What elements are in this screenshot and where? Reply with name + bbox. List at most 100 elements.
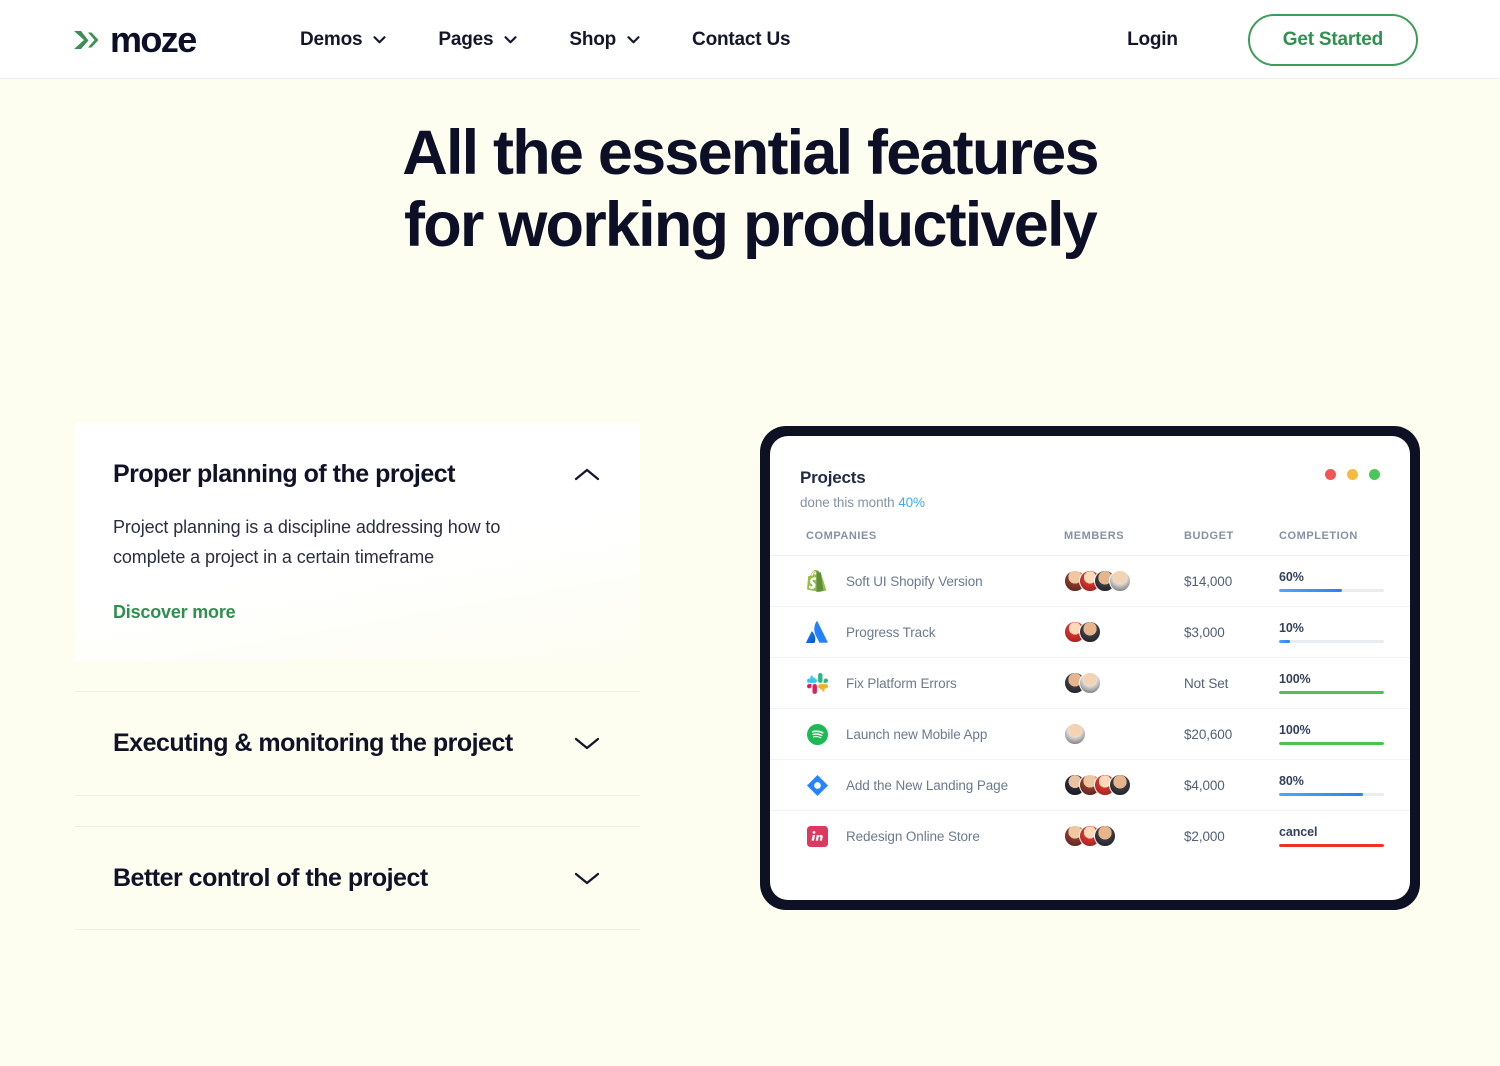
company-name: Launch new Mobile App [846,726,988,742]
accordion-header[interactable]: Better control of the project [75,827,640,930]
nav-item-shop[interactable]: Shop [569,29,640,51]
shopify-icon [806,570,828,592]
completion-label: 80% [1279,774,1304,788]
completion-label: 100% [1279,723,1311,737]
avatar-group [1064,621,1184,643]
chevron-up-icon[interactable] [572,467,602,482]
column-header-completion: COMPLETION [1279,530,1410,556]
progress-track [1279,844,1384,847]
nav-item-label: Contact Us [692,28,791,50]
progress-fill [1279,691,1384,694]
avatar[interactable] [1094,825,1116,847]
chevron-down-icon[interactable] [572,871,602,886]
nav-item-label: Pages [438,28,494,50]
progress-track [1279,793,1384,796]
accordion-item-better-control[interactable]: Better control of the project [75,827,640,930]
table-row[interactable]: Soft UI Shopify Version $14,000 60% [770,555,1410,607]
logo-wordmark: moze [110,19,197,60]
table-row[interactable]: Redesign Online Store $2,000 cancel [770,811,1410,862]
dashboard-header: Projects done this month 40% [770,436,1410,510]
table-row[interactable]: Add the New Landing Page $4,000 80% [770,759,1410,811]
accordion-title: Proper planning of the project [113,460,455,488]
dashboard-subtitle: done this month 40% [800,495,1376,510]
cell-completion: 10% [1279,606,1410,658]
table-row[interactable]: Fix Platform Errors Not Set 100% [770,657,1410,709]
cell-budget: $14,000 [1184,555,1279,607]
accordion-item-proper-planning[interactable]: Proper planning of the project Project p… [75,423,640,662]
progress-fill [1279,742,1384,745]
progress-track [1279,589,1384,592]
cell-completion: 60% [1279,555,1410,607]
completion-label: 10% [1279,621,1304,635]
progress-track [1279,640,1384,643]
cell-budget: $4,000 [1184,759,1279,811]
maximize-dot-icon[interactable] [1369,469,1380,480]
cell-completion: 100% [1279,708,1410,760]
dashboard-subtitle-value: 40% [898,495,925,510]
avatar[interactable] [1079,621,1101,643]
discover-more-link[interactable]: Discover more [113,602,236,623]
table-head: COMPANIES MEMBERS BUDGET COMPLETION [770,530,1410,556]
cell-completion: 100% [1279,657,1410,709]
spotify-icon [806,723,828,745]
progress-fill [1279,589,1342,592]
nav-item-demos[interactable]: Demos [300,29,386,51]
atlassian-icon [806,621,828,643]
accordion-gap [75,796,640,826]
table-row[interactable]: Launch new Mobile App $20,600 100% [770,708,1410,760]
accordion-divider [75,929,640,931]
column-header-budget: BUDGET [1184,530,1279,556]
avatar[interactable] [1109,570,1131,592]
cell-members [1064,811,1184,862]
close-dot-icon[interactable] [1325,469,1336,480]
accordion-header[interactable]: Proper planning of the project [75,423,640,492]
accordion-item-executing-monitoring[interactable]: Executing & monitoring the project [75,692,640,795]
accordion-title: Executing & monitoring the project [113,729,513,758]
login-link[interactable]: Login [1127,29,1178,51]
nav-item-pages[interactable]: Pages [438,29,517,51]
avatar[interactable] [1064,723,1086,745]
accordion-gap [75,661,640,691]
page-title: All the essential features for working p… [402,118,1099,260]
cell-members [1064,708,1184,760]
accordion-body: Project planning is a discipline address… [75,492,640,624]
company-name: Progress Track [846,624,936,640]
chevron-down-icon[interactable] [572,736,602,751]
progress-fill [1279,793,1363,796]
projects-table: COMPANIES MEMBERS BUDGET COMPLETION Soft… [770,530,1410,861]
cell-completion: cancel [1279,811,1410,862]
cell-budget: $20,600 [1184,708,1279,760]
column-header-members: MEMBERS [1064,530,1184,556]
company-name: Add the New Landing Page [846,777,1008,793]
avatar-group [1064,672,1184,694]
cell-budget: Not Set [1184,657,1279,709]
table-row[interactable]: Progress Track $3,000 10% [770,606,1410,658]
tablet-device-frame: Projects done this month 40% COMPANIES M… [760,426,1420,910]
avatar[interactable] [1109,774,1131,796]
avatar-group [1064,723,1184,745]
company-name: Redesign Online Store [846,828,980,844]
nav-item-contact-us[interactable]: Contact Us [692,29,790,51]
company-name: Soft UI Shopify Version [846,573,983,589]
slack-icon [806,672,828,694]
chevron-down-icon [373,35,386,44]
jira-icon [806,774,828,796]
completion-label: cancel [1279,825,1318,839]
get-started-button[interactable]: Get Started [1247,13,1418,66]
cell-company: Fix Platform Errors [770,657,1064,709]
accordion-header[interactable]: Executing & monitoring the project [75,692,640,795]
company-name: Fix Platform Errors [846,675,957,691]
cell-company: Soft UI Shopify Version [770,555,1064,607]
chevron-down-icon [627,35,640,44]
site-header: moze Demos Pages Shop Contact Us Login G… [0,0,1500,79]
cell-company: Add the New Landing Page [770,759,1064,811]
avatar[interactable] [1079,672,1101,694]
table-header-row: COMPANIES MEMBERS BUDGET COMPLETION [770,530,1410,556]
cell-members [1064,759,1184,811]
site-logo[interactable]: moze [68,18,197,62]
cell-completion: 80% [1279,759,1410,811]
progress-fill [1279,640,1290,643]
cell-members [1064,657,1184,709]
cell-members [1064,606,1184,658]
minimize-dot-icon[interactable] [1347,469,1358,480]
